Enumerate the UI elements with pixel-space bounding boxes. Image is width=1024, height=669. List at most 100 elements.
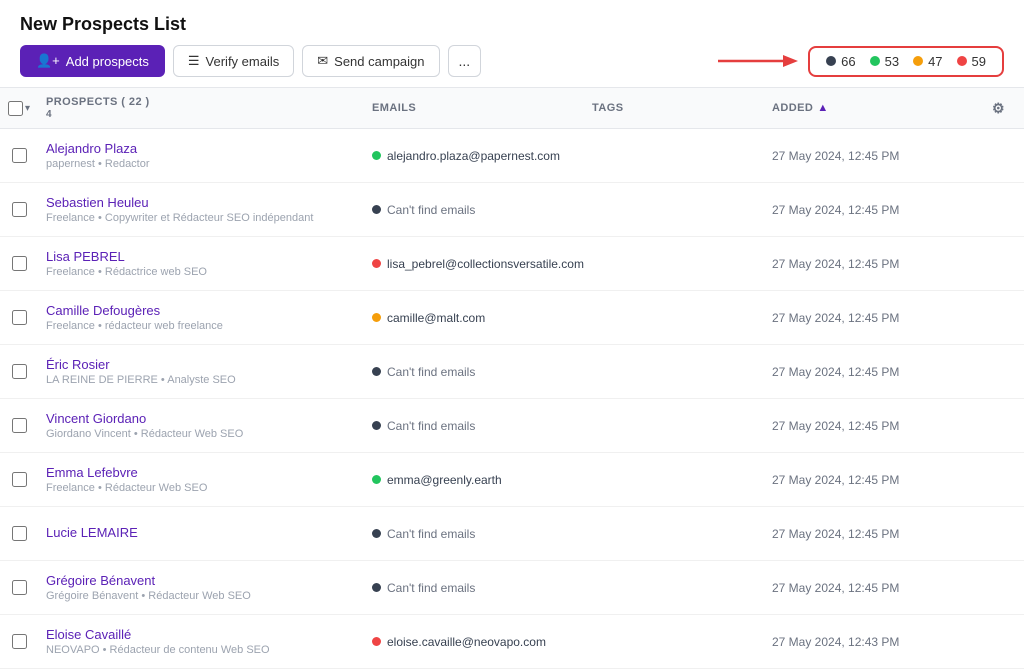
row-checkbox[interactable] <box>12 526 27 541</box>
row-checkbox[interactable] <box>12 634 27 649</box>
email-cell: Can't find emails <box>364 527 584 541</box>
email-cell: lisa_pebrel@collectionsversatile.com <box>364 257 584 271</box>
added-cell: 27 May 2024, 12:45 PM <box>764 365 984 379</box>
check-icon: ☰ <box>188 53 200 69</box>
yellow-dot <box>913 56 923 66</box>
prospect-name[interactable]: Vincent Giordano <box>46 411 356 426</box>
tags-header: TAGS <box>584 102 764 114</box>
added-cell: 27 May 2024, 12:45 PM <box>764 257 984 271</box>
prospect-name[interactable]: Alejandro Plaza <box>46 141 356 156</box>
added-cell: 27 May 2024, 12:45 PM <box>764 473 984 487</box>
table-header: ▾ PROSPECTS ( 22 ) 4 EMAILS TAGS ADDED ▲… <box>0 87 1024 129</box>
prospects-header: PROSPECTS ( 22 ) 4 <box>38 96 364 120</box>
row-checkbox-cell[interactable] <box>0 418 38 433</box>
prospect-subtitle: Freelance • Rédacteur Web SEO <box>46 482 356 494</box>
prospect-cell: Éric Rosier LA REINE DE PIERRE • Analyst… <box>38 357 364 386</box>
row-checkbox-cell[interactable] <box>0 310 38 325</box>
prospect-name[interactable]: Eloise Cavaillé <box>46 627 356 642</box>
row-checkbox[interactable] <box>12 364 27 379</box>
stat-dark: 66 <box>826 54 855 69</box>
stat-yellow: 47 <box>913 54 942 69</box>
more-options-button[interactable]: ... <box>448 45 482 77</box>
filter-header[interactable]: ⚙ <box>984 100 1024 117</box>
added-cell: 27 May 2024, 12:45 PM <box>764 149 984 163</box>
prospect-name[interactable]: Emma Lefebvre <box>46 465 356 480</box>
prospect-cell: Eloise Cavaillé NEOVAPO • Rédacteur de c… <box>38 627 364 656</box>
header-checkbox-cell[interactable]: ▾ <box>0 101 38 116</box>
email-cell: Can't find emails <box>364 581 584 595</box>
added-cell: 27 May 2024, 12:45 PM <box>764 581 984 595</box>
add-person-icon: 👤+ <box>36 53 60 69</box>
prospect-subtitle: papernest • Redactor <box>46 158 356 170</box>
prospect-name[interactable]: Grégoire Bénavent <box>46 573 356 588</box>
prospect-subtitle: Giordano Vincent • Rédacteur Web SEO <box>46 428 356 440</box>
email-cell: camille@malt.com <box>364 311 584 325</box>
row-checkbox[interactable] <box>12 256 27 271</box>
added-cell: 27 May 2024, 12:43 PM <box>764 635 984 649</box>
prospect-cell: Sebastien Heuleu Freelance • Copywriter … <box>38 195 364 224</box>
emails-header: EMAILS <box>364 102 584 114</box>
prospect-name[interactable]: Lisa PEBREL <box>46 249 356 264</box>
add-prospects-button[interactable]: 👤+ Add prospects <box>20 45 165 77</box>
added-cell: 27 May 2024, 12:45 PM <box>764 311 984 325</box>
stats-wrapper: 66 53 47 59 <box>718 46 1004 77</box>
prospect-subtitle: Freelance • rédacteur web freelance <box>46 320 356 332</box>
red-arrow <box>718 49 798 73</box>
row-checkbox-cell[interactable] <box>0 148 38 163</box>
prospect-cell: Lucie LEMAIRE <box>38 525 364 542</box>
email-cell: Can't find emails <box>364 203 584 217</box>
prospect-subtitle: NEOVAPO • Rédacteur de contenu Web SEO <box>46 644 356 656</box>
green-dot <box>870 56 880 66</box>
table-row: Éric Rosier LA REINE DE PIERRE • Analyst… <box>0 345 1024 399</box>
prospect-cell: Vincent Giordano Giordano Vincent • Réda… <box>38 411 364 440</box>
table-body: Alejandro Plaza papernest • Redactor ale… <box>0 129 1024 669</box>
row-checkbox[interactable] <box>12 472 27 487</box>
row-checkbox[interactable] <box>12 418 27 433</box>
stat-green: 53 <box>870 54 899 69</box>
row-checkbox-cell[interactable] <box>0 364 38 379</box>
toolbar: 👤+ Add prospects ☰ Verify emails ✉ Send … <box>0 45 1024 87</box>
verify-emails-button[interactable]: ☰ Verify emails <box>173 45 294 77</box>
row-checkbox-cell[interactable] <box>0 634 38 649</box>
row-checkbox[interactable] <box>12 202 27 217</box>
prospect-name[interactable]: Éric Rosier <box>46 357 356 372</box>
table-row: Grégoire Bénavent Grégoire Bénavent • Ré… <box>0 561 1024 615</box>
added-header[interactable]: ADDED ▲ <box>764 102 984 114</box>
send-campaign-button[interactable]: ✉ Send campaign <box>302 45 439 77</box>
email-cell: emma@greenly.earth <box>364 473 584 487</box>
prospect-subtitle: Grégoire Bénavent • Rédacteur Web SEO <box>46 590 356 602</box>
prospect-subtitle: Freelance • Copywriter et Rédacteur SEO … <box>46 212 356 224</box>
row-checkbox-cell[interactable] <box>0 202 38 217</box>
select-all-checkbox[interactable] <box>8 101 23 116</box>
row-checkbox[interactable] <box>12 148 27 163</box>
row-checkbox[interactable] <box>12 310 27 325</box>
dark-dot <box>826 56 836 66</box>
prospect-name[interactable]: Lucie LEMAIRE <box>46 525 356 540</box>
row-checkbox-cell[interactable] <box>0 526 38 541</box>
row-checkbox[interactable] <box>12 580 27 595</box>
added-cell: 27 May 2024, 12:45 PM <box>764 203 984 217</box>
prospect-cell: Emma Lefebvre Freelance • Rédacteur Web … <box>38 465 364 494</box>
prospect-cell: Lisa PEBREL Freelance • Rédactrice web S… <box>38 249 364 278</box>
page-title: New Prospects List <box>0 0 1024 45</box>
prospect-cell: Camille Defougères Freelance • rédacteur… <box>38 303 364 332</box>
email-cell: Can't find emails <box>364 419 584 433</box>
table-row: Alejandro Plaza papernest • Redactor ale… <box>0 129 1024 183</box>
stat-red: 59 <box>957 54 986 69</box>
added-cell: 27 May 2024, 12:45 PM <box>764 527 984 541</box>
filter-icon: ⚙ <box>992 100 1005 116</box>
table-row: Camille Defougères Freelance • rédacteur… <box>0 291 1024 345</box>
table-row: Lucie LEMAIRE Can't find emails 27 May 2… <box>0 507 1024 561</box>
table-row: Lisa PEBREL Freelance • Rédactrice web S… <box>0 237 1024 291</box>
row-checkbox-cell[interactable] <box>0 580 38 595</box>
row-checkbox-cell[interactable] <box>0 256 38 271</box>
prospect-subtitle: LA REINE DE PIERRE • Analyste SEO <box>46 374 356 386</box>
prospect-name[interactable]: Camille Defougères <box>46 303 356 318</box>
send-icon: ✉ <box>317 53 328 69</box>
email-cell: eloise.cavaille@neovapo.com <box>364 635 584 649</box>
email-cell: Can't find emails <box>364 365 584 379</box>
table-row: Emma Lefebvre Freelance • Rédacteur Web … <box>0 453 1024 507</box>
row-checkbox-cell[interactable] <box>0 472 38 487</box>
prospect-name[interactable]: Sebastien Heuleu <box>46 195 356 210</box>
email-cell: alejandro.plaza@papernest.com <box>364 149 584 163</box>
